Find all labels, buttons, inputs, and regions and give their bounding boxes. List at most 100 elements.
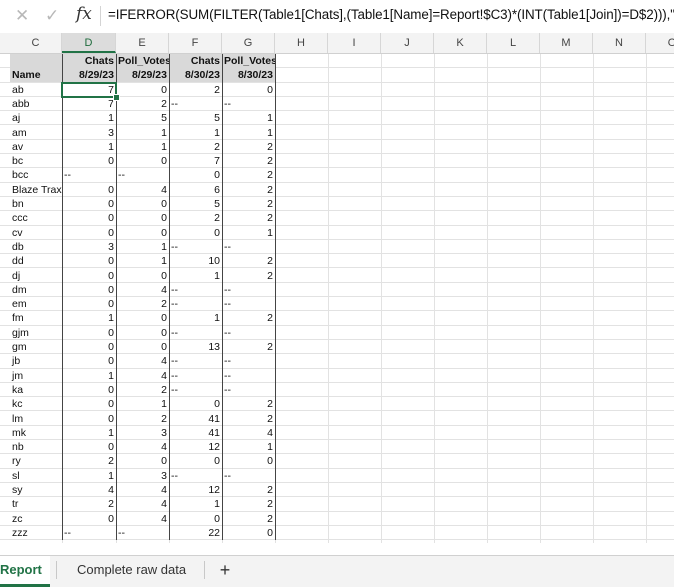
value-cell[interactable]: 4: [116, 440, 169, 454]
name-cell[interactable]: bn: [10, 197, 62, 211]
value-cell[interactable]: 22: [169, 526, 222, 540]
value-cell[interactable]: 0: [62, 211, 116, 225]
name-cell[interactable]: kc: [10, 397, 62, 411]
value-cell[interactable]: 1: [62, 469, 116, 483]
value-cell[interactable]: 10: [169, 254, 222, 268]
value-cell[interactable]: --: [222, 326, 275, 340]
value-cell[interactable]: 0: [62, 397, 116, 411]
column-header-j[interactable]: J: [381, 33, 434, 53]
fill-handle[interactable]: [113, 93, 120, 101]
value-cell[interactable]: 13: [169, 340, 222, 354]
value-cell[interactable]: 1: [62, 140, 116, 154]
name-cell[interactable]: dj: [10, 269, 62, 283]
value-cell[interactable]: 12: [169, 483, 222, 497]
value-cell[interactable]: 1: [222, 440, 275, 454]
value-cell[interactable]: 2: [222, 397, 275, 411]
value-cell[interactable]: --: [116, 526, 169, 540]
tab-complete-raw-data[interactable]: Complete raw data: [77, 556, 186, 584]
table-header-cell[interactable]: Name: [10, 68, 62, 83]
name-cell[interactable]: tr: [10, 497, 62, 511]
value-cell[interactable]: 0: [116, 211, 169, 225]
value-cell[interactable]: 0: [116, 311, 169, 325]
name-cell[interactable]: db: [10, 240, 62, 254]
value-cell[interactable]: --: [62, 526, 116, 540]
value-cell[interactable]: 1: [62, 369, 116, 383]
name-cell[interactable]: lm: [10, 412, 62, 426]
name-cell[interactable]: nb: [10, 440, 62, 454]
value-cell[interactable]: 1: [169, 126, 222, 140]
value-cell[interactable]: 3: [116, 469, 169, 483]
value-cell[interactable]: 1: [169, 269, 222, 283]
column-header-g[interactable]: G: [222, 33, 275, 53]
value-cell[interactable]: 0: [116, 226, 169, 240]
value-cell[interactable]: 2: [222, 183, 275, 197]
value-cell[interactable]: 0: [169, 226, 222, 240]
value-cell[interactable]: 0: [116, 197, 169, 211]
table-header-cell[interactable]: Chats: [169, 54, 222, 68]
value-cell[interactable]: 5: [169, 197, 222, 211]
name-cell[interactable]: em: [10, 297, 62, 311]
value-cell[interactable]: 2: [62, 454, 116, 468]
value-cell[interactable]: 0: [62, 226, 116, 240]
value-cell[interactable]: 0: [62, 154, 116, 168]
value-cell[interactable]: 12: [169, 440, 222, 454]
value-cell[interactable]: 2: [222, 311, 275, 325]
value-cell[interactable]: 1: [116, 254, 169, 268]
column-header-c[interactable]: C: [10, 33, 62, 53]
name-cell[interactable]: dm: [10, 283, 62, 297]
table-header-cell[interactable]: Chats: [62, 54, 116, 68]
column-header-n[interactable]: N: [593, 33, 646, 53]
value-cell[interactable]: 2: [222, 497, 275, 511]
value-cell[interactable]: 0: [62, 183, 116, 197]
tab-report[interactable]: Report: [0, 556, 50, 587]
value-cell[interactable]: 4: [116, 497, 169, 511]
value-cell[interactable]: 4: [116, 354, 169, 368]
name-cell[interactable]: sy: [10, 483, 62, 497]
name-cell[interactable]: jb: [10, 354, 62, 368]
value-cell[interactable]: 2: [222, 412, 275, 426]
value-cell[interactable]: 2: [222, 483, 275, 497]
value-cell[interactable]: 0: [62, 340, 116, 354]
name-cell[interactable]: fm: [10, 311, 62, 325]
value-cell[interactable]: 0: [169, 397, 222, 411]
value-cell[interactable]: 2: [116, 383, 169, 397]
value-cell[interactable]: --: [116, 168, 169, 182]
value-cell[interactable]: 3: [62, 126, 116, 140]
value-cell[interactable]: 3: [62, 240, 116, 254]
value-cell[interactable]: --: [169, 469, 222, 483]
value-cell[interactable]: --: [169, 240, 222, 254]
name-cell[interactable]: dd: [10, 254, 62, 268]
value-cell[interactable]: 2: [116, 412, 169, 426]
name-cell[interactable]: bcc: [10, 168, 62, 182]
value-cell[interactable]: --: [62, 168, 116, 182]
name-cell[interactable]: av: [10, 140, 62, 154]
spreadsheet-grid[interactable]: Chats Poll_Votes Chats Poll_Votes Name 8/29/2…: [0, 54, 674, 543]
value-cell[interactable]: 1: [169, 311, 222, 325]
name-cell[interactable]: cv: [10, 226, 62, 240]
value-cell[interactable]: 2: [169, 140, 222, 154]
table-header-cell[interactable]: 8/30/23: [169, 68, 222, 83]
value-cell[interactable]: --: [222, 354, 275, 368]
value-cell[interactable]: 1: [116, 240, 169, 254]
value-cell[interactable]: --: [169, 326, 222, 340]
value-cell[interactable]: --: [222, 383, 275, 397]
value-cell[interactable]: 0: [116, 454, 169, 468]
value-cell[interactable]: --: [169, 383, 222, 397]
name-cell[interactable]: gm: [10, 340, 62, 354]
value-cell[interactable]: 0: [62, 197, 116, 211]
value-cell[interactable]: --: [222, 283, 275, 297]
name-cell[interactable]: zc: [10, 512, 62, 526]
name-cell[interactable]: sl: [10, 469, 62, 483]
value-cell[interactable]: 2: [169, 211, 222, 225]
name-cell[interactable]: gjm: [10, 326, 62, 340]
value-cell[interactable]: 2: [222, 211, 275, 225]
value-cell[interactable]: 4: [116, 483, 169, 497]
table-header-cell[interactable]: 8/29/23: [62, 68, 116, 83]
value-cell[interactable]: 0: [62, 269, 116, 283]
value-cell[interactable]: 2: [222, 197, 275, 211]
value-cell[interactable]: 2: [222, 269, 275, 283]
value-cell[interactable]: 0: [62, 412, 116, 426]
value-cell[interactable]: --: [222, 240, 275, 254]
formula-input[interactable]: =IFERROR(SUM(FILTER(Table1[Chats],(Table…: [108, 7, 674, 22]
column-header-o[interactable]: O: [646, 33, 674, 53]
